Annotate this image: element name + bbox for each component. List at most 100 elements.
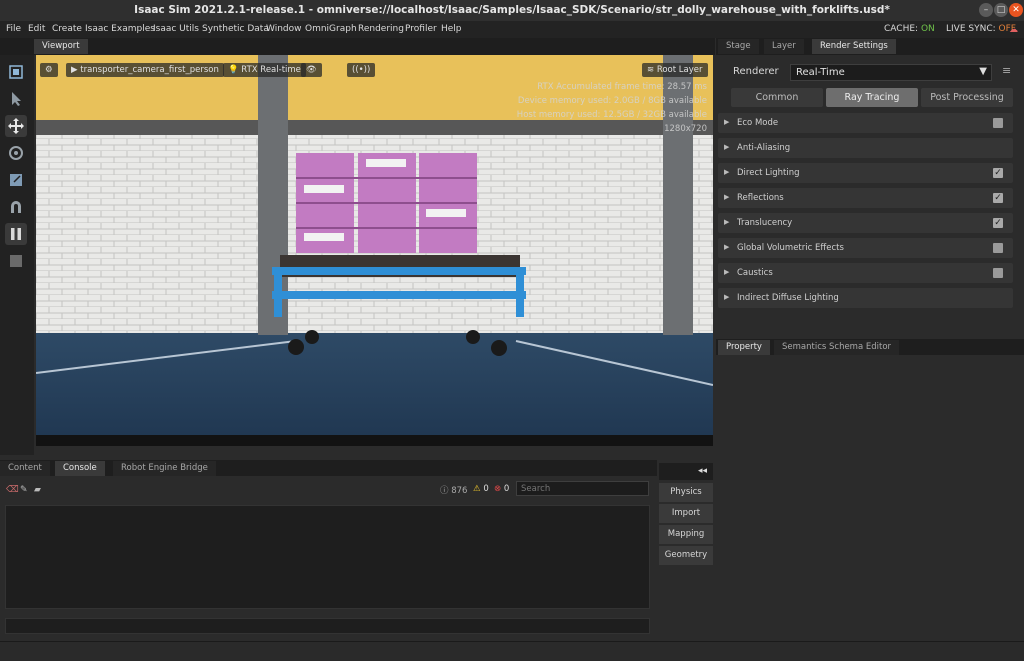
crates [296,153,477,253]
camera-selector[interactable]: ▶ transporter_camera_first_person [66,63,224,77]
move-icon[interactable] [5,115,27,137]
reflections-checkbox[interactable]: ✓ [993,193,1003,203]
menu-window[interactable]: Window [266,24,302,34]
console-search-input[interactable] [516,481,649,496]
cache-status: CACHE: ON [884,24,935,34]
renderer-dropdown[interactable]: Real-Time ▼ [790,64,992,81]
tab-console[interactable]: Console [55,461,105,476]
right-tab-bar: Stage Layer Render Settings [716,38,1024,55]
render-mode-selector[interactable]: 💡 RTX Real-time [223,63,306,77]
error-filter[interactable]: ⊗ 0 [494,484,509,494]
renderer-label: Renderer [733,66,779,77]
bottom-tab-bar: Content Console Robot Engine Bridge [0,460,657,476]
visibility-button[interactable]: 👁 [301,63,322,77]
tab-stage[interactable]: Stage [718,39,759,54]
section-global-volumetric-effects[interactable]: ▶ Global Volumetric Effects [718,238,1013,258]
tab-robot-engine-bridge[interactable]: Robot Engine Bridge [113,461,216,476]
tab-property[interactable]: Property [718,340,770,355]
tab-render-settings[interactable]: Render Settings [812,39,896,54]
stat-resolution: 1280x720 [664,124,707,134]
console-command-input[interactable] [5,618,650,634]
title-bar: Isaac Sim 2021.2.1-release.1 - omniverse… [0,0,1024,21]
scale-icon[interactable] [5,169,27,191]
subtab-common[interactable]: Common [731,88,823,107]
menu-rendering[interactable]: Rendering [358,24,404,34]
collapse-triangle-icon: ▶ [724,218,730,226]
bottom-panel: Content Console Robot Engine Bridge ⌫ ✎ … [0,460,715,641]
cloud-icon[interactable]: ☁ [1009,25,1018,35]
collapse-triangle-icon: ▶ [724,193,730,201]
section-reflections[interactable]: ▶ Reflections ✓ [718,188,1013,208]
section-anti-aliasing[interactable]: ▶ Anti-Aliasing [718,138,1013,158]
translucency-checkbox[interactable]: ✓ [993,218,1003,228]
property-tab-bar: Property Semantics Schema Editor [716,339,1024,355]
section-direct-lighting[interactable]: ▶ Direct Lighting ✓ [718,163,1013,183]
section-caustics[interactable]: ▶ Caustics [718,263,1013,283]
menu-isaac-utils[interactable]: Isaac Utils [153,24,199,34]
error-icon: ⊗ [494,484,504,494]
tab-viewport[interactable]: Viewport [34,39,88,54]
chevron-down-icon: ▼ [979,66,987,77]
viewport-settings-button[interactable]: ⚙ [40,63,58,77]
menu-bar: File Edit Create Isaac Examples Isaac Ut… [0,21,1024,38]
viewport-tab-bar: Viewport [0,38,715,55]
subtab-ray-tracing[interactable]: Ray Tracing [826,88,918,107]
info-filter[interactable]: ⓘ 876 [440,484,467,496]
collapse-triangle-icon: ▶ [724,268,730,276]
physics-button[interactable]: Physics [659,483,713,502]
tab-content[interactable]: Content [0,461,50,476]
live-sync-status[interactable]: LIVE SYNC: OFF [946,24,1016,34]
collapse-triangle-icon: ▶ [724,243,730,251]
pause-icon[interactable] [5,223,27,245]
collapse-triangle-icon: ▶ [724,143,730,151]
root-layer-button[interactable]: ≋ Root Layer [642,63,708,77]
menu-profiler[interactable]: Profiler [405,24,437,34]
bulb-icon: 💡 [228,65,242,75]
tab-layer[interactable]: Layer [764,39,804,54]
menu-help[interactable]: Help [441,24,462,34]
menu-synthetic-data[interactable]: Synthetic Data [202,24,269,34]
status-bar [0,641,1024,661]
section-translucency[interactable]: ▶ Translucency ✓ [718,213,1013,233]
import-button[interactable]: Import [659,504,713,523]
volumetric-checkbox[interactable] [993,243,1003,253]
menu-create[interactable]: Create [52,24,82,34]
eco-mode-checkbox[interactable] [993,118,1003,128]
camera-icon: ▶ [71,65,81,75]
cursor-icon[interactable] [5,88,27,110]
caustics-checkbox[interactable] [993,268,1003,278]
stop-icon[interactable] [5,250,27,272]
collapse-left-icon[interactable]: ◂◂ [659,463,713,480]
warning-filter[interactable]: ⚠ 0 [473,484,489,494]
minimize-icon[interactable]: – [979,3,993,17]
rotate-icon[interactable] [5,142,27,164]
tab-semantics-schema-editor[interactable]: Semantics Schema Editor [774,340,900,355]
side-buttons-panel: ◂◂ Physics Import Mapping Geometry [657,461,715,641]
maximize-icon[interactable]: □ [994,3,1008,17]
section-eco-mode[interactable]: ▶ Eco Mode [718,113,1013,133]
clear-console-icon[interactable]: ⌫ [6,485,19,495]
console-log-area[interactable] [5,505,650,609]
close-icon[interactable]: ✕ [1009,3,1023,17]
subtab-post-processing[interactable]: Post Processing [921,88,1013,107]
menu-edit[interactable]: Edit [28,24,45,34]
direct-lighting-checkbox[interactable]: ✓ [993,168,1003,178]
folder-icon[interactable]: ▰ [34,485,41,495]
info-icon: ⓘ [440,486,452,496]
hamburger-menu-icon[interactable]: ≡ [1002,64,1011,77]
mapping-button[interactable]: Mapping [659,525,713,544]
left-toolbar [0,55,34,455]
edit-icon[interactable]: ✎ [20,485,28,495]
section-indirect-diffuse-lighting[interactable]: ▶ Indirect Diffuse Lighting [718,288,1013,308]
menu-isaac-examples[interactable]: Isaac Examples [85,24,155,34]
collapse-triangle-icon: ▶ [724,168,730,176]
menu-omnigraph[interactable]: OmniGraph [305,24,357,34]
geometry-button[interactable]: Geometry [659,546,713,565]
warning-icon: ⚠ [473,484,484,494]
select-mode-icon[interactable] [5,61,27,83]
snap-icon[interactable] [5,196,27,218]
broadcast-button[interactable]: ((•)) [347,63,376,77]
menu-file[interactable]: File [6,24,21,34]
stat-host-memory: Host memory used: 12.5GB / 32GB availabl… [516,110,707,120]
viewport[interactable]: ⚙ ▶ transporter_camera_first_person 💡 RT… [36,55,713,446]
